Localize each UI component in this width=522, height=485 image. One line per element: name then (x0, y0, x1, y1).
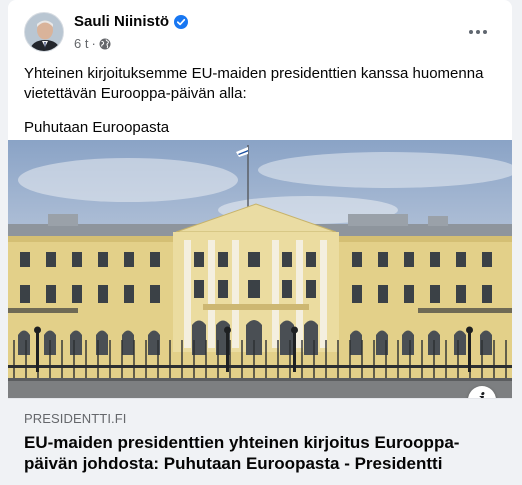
more-options-dot (483, 30, 487, 34)
post-timestamp[interactable]: 6 t (74, 36, 88, 51)
link-preview-image[interactable] (8, 140, 512, 398)
more-options-dot (476, 30, 480, 34)
verified-badge-icon (174, 14, 189, 29)
post-text-line: Yhteinen kirjoituksemme EU-maiden presid… (24, 65, 484, 102)
meta-separator: · (91, 36, 96, 51)
more-options-button[interactable] (460, 18, 496, 46)
author-row: Sauli Niinistö (74, 13, 189, 30)
post-text-line: Puhutaan Euroopasta (24, 119, 170, 136)
post-card: Sauli Niinistö 6 t · Yhteinen kirjoituks… (8, 0, 512, 485)
more-options-icon (469, 30, 473, 34)
post-meta: 6 t · (74, 36, 111, 51)
link-domain: PRESIDENTTI.FI (24, 411, 127, 426)
link-title[interactable]: EU-maiden presidenttien yhteinen kirjoit… (24, 432, 464, 474)
author-name[interactable]: Sauli Niinistö (74, 13, 169, 30)
author-avatar-image (25, 13, 63, 51)
link-preview-footer[interactable]: PRESIDENTTI.FI EU-maiden presidenttien y… (8, 398, 512, 485)
author-avatar[interactable] (24, 12, 64, 52)
globe-icon[interactable] (99, 38, 111, 50)
post-text: Yhteinen kirjoituksemme EU-maiden presid… (8, 64, 512, 138)
post-header: Sauli Niinistö 6 t · (8, 0, 512, 60)
presidential-palace-photo (8, 140, 512, 398)
